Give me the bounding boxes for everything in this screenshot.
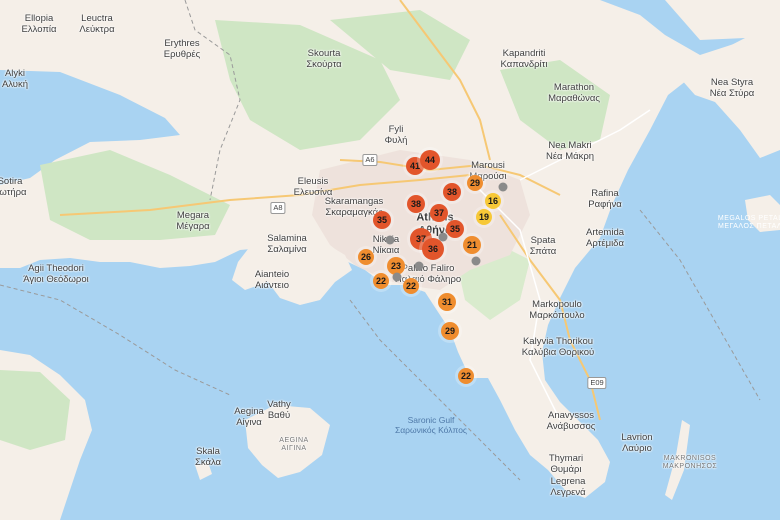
aqi-marker[interactable]: 19 — [476, 209, 492, 225]
aqi-marker[interactable]: 29 — [441, 322, 459, 340]
station-dot[interactable] — [414, 261, 424, 271]
aqi-marker[interactable]: 22 — [373, 273, 389, 289]
aqi-marker[interactable]: 22 — [458, 368, 474, 384]
road-shield-a6: A6 — [362, 154, 378, 166]
aqi-marker[interactable]: 31 — [438, 293, 456, 311]
aqi-marker[interactable]: 38 — [443, 183, 461, 201]
road-shield-a8: A8 — [270, 202, 286, 214]
aqi-marker[interactable]: 35 — [446, 220, 464, 238]
station-dot[interactable] — [385, 235, 395, 245]
station-dot[interactable] — [392, 272, 402, 282]
station-dot[interactable] — [438, 232, 448, 242]
aqi-marker[interactable]: 38 — [407, 195, 425, 213]
aqi-marker[interactable]: 44 — [420, 150, 440, 170]
aqi-marker[interactable]: 26 — [358, 249, 374, 265]
aqi-marker[interactable]: 21 — [463, 236, 481, 254]
aqi-marker[interactable]: 22 — [403, 278, 419, 294]
station-dot[interactable] — [471, 256, 481, 266]
aqi-marker[interactable]: 37 — [430, 204, 448, 222]
map-canvas[interactable]: Ellopia Ελλοπία Leuctra Λεύκτρα Erythres Ερυθ… — [0, 0, 780, 520]
aqi-marker[interactable]: 16 — [485, 193, 501, 209]
station-dot[interactable] — [498, 182, 508, 192]
aqi-marker[interactable]: 35 — [373, 211, 391, 229]
aqi-marker[interactable]: 29 — [467, 175, 483, 191]
road-shield-e09: E09 — [587, 377, 607, 389]
